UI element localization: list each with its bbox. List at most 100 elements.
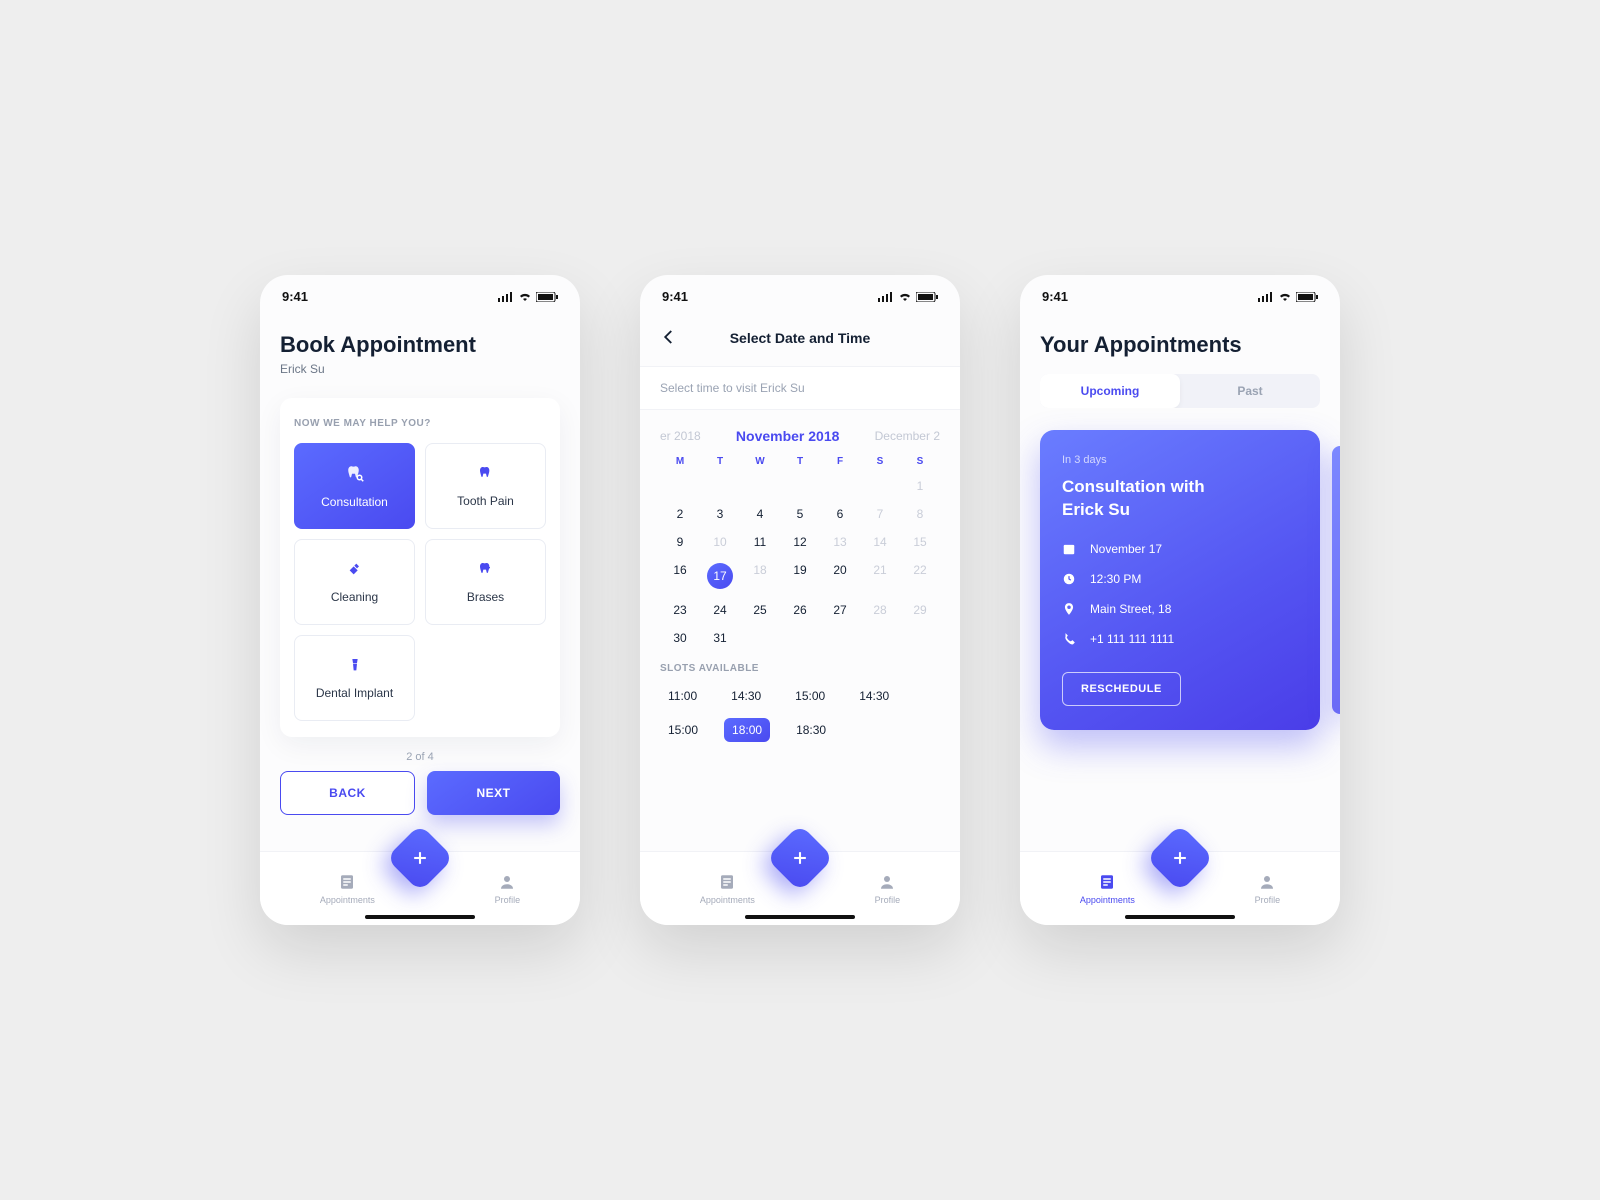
- time-slot-selected[interactable]: 18:00: [724, 718, 770, 742]
- service-label: Dental Implant: [316, 686, 393, 700]
- person-icon: [878, 873, 896, 891]
- plus-icon: [410, 848, 430, 868]
- tab-past[interactable]: Past: [1180, 374, 1320, 408]
- calendar-day[interactable]: 26: [780, 603, 820, 617]
- calendar-day[interactable]: 2: [660, 507, 700, 521]
- calendar-day[interactable]: 1: [900, 479, 940, 493]
- time-slot[interactable]: 14:30: [851, 684, 897, 708]
- service-braces[interactable]: Brases: [425, 539, 546, 625]
- calendar-day[interactable]: 22: [900, 563, 940, 589]
- calendar-day[interactable]: 4: [740, 507, 780, 521]
- signal-icon: [878, 292, 894, 302]
- nav-label: Profile: [495, 895, 521, 905]
- screen-select-date: 9:41 Select Date and Time Select time to…: [640, 275, 960, 925]
- page-title: Book Appointment: [280, 332, 560, 358]
- appointment-card[interactable]: In 3 days Consultation with Erick Su Nov…: [1040, 430, 1320, 730]
- reschedule-button[interactable]: RESCHEDULE: [1062, 672, 1181, 706]
- calendar-day[interactable]: 31: [700, 631, 740, 645]
- service-consultation[interactable]: Consultation: [294, 443, 415, 529]
- plus-icon: [1170, 848, 1190, 868]
- appointment-date: November 17: [1090, 542, 1162, 556]
- calendar-day[interactable]: 7: [860, 507, 900, 521]
- calendar-day[interactable]: 14: [860, 535, 900, 549]
- braces-icon: [478, 561, 494, 580]
- battery-icon: [1296, 292, 1318, 302]
- nav-profile[interactable]: Profile: [1255, 873, 1281, 905]
- calendar-day[interactable]: 12: [780, 535, 820, 549]
- calendar-day[interactable]: 24: [700, 603, 740, 617]
- nav-label: Profile: [875, 895, 901, 905]
- calendar-grid: 1 2 3 4 5 6 7 8 9 10 11 12 13 14 15 16 1…: [660, 479, 940, 645]
- calendar-day[interactable]: 9: [660, 535, 700, 549]
- document-icon: [1098, 873, 1116, 891]
- month-next[interactable]: December 2: [875, 429, 940, 443]
- hint-text: Select time to visit Erick Su: [640, 366, 960, 410]
- calendar-day[interactable]: 5: [780, 507, 820, 521]
- nav-profile[interactable]: Profile: [495, 873, 521, 905]
- slots-label: SLOTS AVAILABLE: [660, 663, 940, 674]
- month-prev[interactable]: er 2018: [660, 429, 701, 443]
- signal-icon: [498, 292, 514, 302]
- calendar-day[interactable]: 15: [900, 535, 940, 549]
- nav-appointments[interactable]: Appointments: [1080, 873, 1135, 905]
- time-slot[interactable]: 18:30: [788, 718, 834, 742]
- screen-title: Select Date and Time: [730, 330, 871, 346]
- status-time: 9:41: [282, 289, 308, 304]
- calendar-day: [820, 631, 860, 645]
- service-tooth-pain[interactable]: Tooth Pain: [425, 443, 546, 529]
- calendar-day[interactable]: 8: [900, 507, 940, 521]
- calendar-day[interactable]: 28: [860, 603, 900, 617]
- time-slot[interactable]: 15:00: [660, 718, 706, 742]
- document-icon: [718, 873, 736, 891]
- next-card-peek[interactable]: [1332, 446, 1340, 714]
- tab-upcoming[interactable]: Upcoming: [1040, 374, 1180, 408]
- calendar-day[interactable]: 13: [820, 535, 860, 549]
- service-dental-implant[interactable]: Dental Implant: [294, 635, 415, 721]
- calendar-day[interactable]: 21: [860, 563, 900, 589]
- calendar-day[interactable]: 30: [660, 631, 700, 645]
- calendar-day[interactable]: 29: [900, 603, 940, 617]
- nav-label: Appointments: [320, 895, 375, 905]
- appointment-location: Main Street, 18: [1090, 602, 1171, 616]
- nav-appointments[interactable]: Appointments: [320, 873, 375, 905]
- nav-profile[interactable]: Profile: [875, 873, 901, 905]
- status-icons: [878, 292, 938, 302]
- calendar-day: [780, 631, 820, 645]
- time-slot[interactable]: 11:00: [660, 684, 705, 708]
- back-chevron-icon[interactable]: [660, 328, 678, 349]
- appointment-when: In 3 days: [1062, 454, 1298, 466]
- status-icons: [1258, 292, 1318, 302]
- service-label: Tooth Pain: [457, 494, 514, 508]
- calendar-day[interactable]: 18: [740, 563, 780, 589]
- next-button[interactable]: NEXT: [427, 771, 560, 815]
- calendar-day[interactable]: 23: [660, 603, 700, 617]
- page-title: Your Appointments: [1040, 332, 1320, 358]
- calendar-day[interactable]: 27: [820, 603, 860, 617]
- calendar-day: [860, 479, 900, 493]
- month-current: November 2018: [736, 428, 840, 444]
- calendar-day[interactable]: 16: [660, 563, 700, 589]
- calendar-day[interactable]: 10: [700, 535, 740, 549]
- wifi-icon: [1278, 292, 1292, 302]
- time-slot[interactable]: 15:00: [787, 684, 833, 708]
- home-indicator: [1125, 915, 1235, 919]
- calendar-day[interactable]: 19: [780, 563, 820, 589]
- person-icon: [1258, 873, 1276, 891]
- calendar-day[interactable]: 3: [700, 507, 740, 521]
- calendar-day[interactable]: 25: [740, 603, 780, 617]
- calendar-day[interactable]: 6: [820, 507, 860, 521]
- service-cleaning[interactable]: Cleaning: [294, 539, 415, 625]
- appointment-title: Consultation with Erick Su: [1062, 476, 1242, 522]
- home-indicator: [365, 915, 475, 919]
- page-subtitle: Erick Su: [280, 362, 560, 376]
- time-slot[interactable]: 14:30: [723, 684, 769, 708]
- tooth-search-icon: [346, 464, 364, 485]
- back-button[interactable]: BACK: [280, 771, 415, 815]
- calendar-day-selected[interactable]: 17: [700, 563, 740, 589]
- calendar-day[interactable]: 11: [740, 535, 780, 549]
- status-time: 9:41: [1042, 289, 1068, 304]
- calendar-day: [740, 631, 780, 645]
- nav-appointments[interactable]: Appointments: [700, 873, 755, 905]
- service-card-label: NOW WE MAY HELP YOU?: [294, 418, 546, 429]
- calendar-day[interactable]: 20: [820, 563, 860, 589]
